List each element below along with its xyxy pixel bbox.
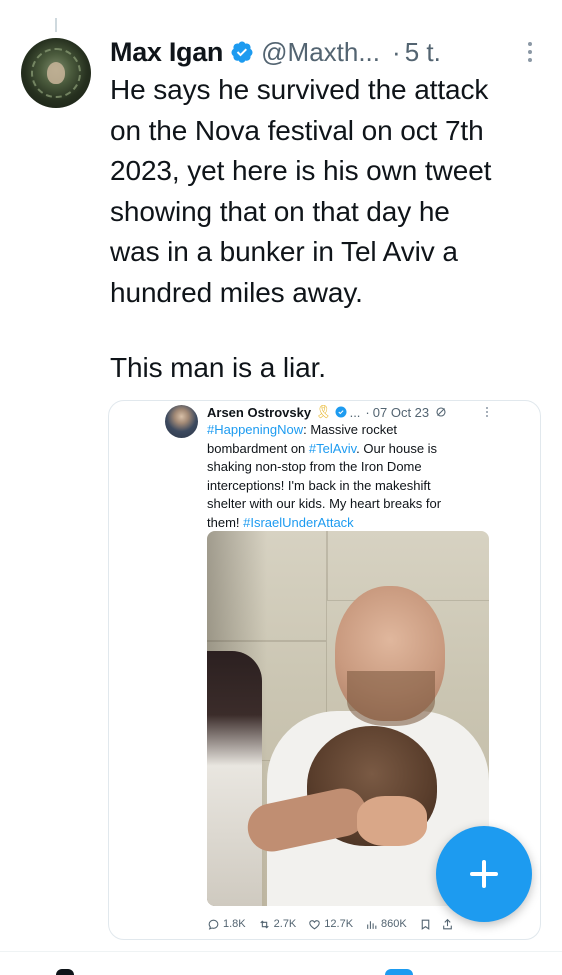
bottom-navigation-bar (0, 952, 562, 975)
tweet-text-line: on the Nova festival on oct 7th (110, 114, 484, 146)
author-handle[interactable]: @Maxth... (261, 37, 380, 68)
tweet-timestamp[interactable]: 5 t. (405, 37, 441, 68)
hashtag-israelunderattack: #IsraelUnderAttack (243, 514, 354, 530)
tweet-text: He says he survived the attack on the No… (110, 70, 550, 389)
analytics-icon (367, 920, 377, 929)
bookmark-icon (421, 919, 430, 930)
tweet-text-line: This man is a liar. (110, 352, 326, 383)
tweet-text-line: showing that on that day he (110, 195, 450, 227)
quoted-author-name: Arsen Ostrovsky (207, 404, 312, 420)
quoted-author-avatar (165, 405, 198, 438)
hashtag-happeningnow: #HappeningNow (207, 422, 304, 437)
grok-icon (436, 407, 446, 417)
tweet-text-line: He says he survived the attack (110, 74, 489, 105)
views-count: 860K (381, 918, 407, 930)
hashtag-telaviv: #TelAviv (308, 440, 357, 456)
verified-badge-icon (335, 406, 347, 418)
reply-count: 1.8K (223, 918, 246, 930)
plus-icon (470, 860, 498, 888)
grok-nav-icon[interactable] (385, 969, 413, 975)
share-icon (442, 918, 452, 929)
author-avatar[interactable] (21, 38, 91, 108)
quoted-action-bar: 1.8K 2.7K 12.7K 860K (207, 913, 484, 935)
repost-icon (259, 919, 269, 929)
tweet-text-line: hundred miles away. (110, 276, 363, 308)
views-stat: 860K (365, 918, 407, 931)
like-stat: 12.7K (308, 918, 353, 931)
repost-count: 2.7K (273, 918, 297, 930)
tweet-text-line: was in a bunker in Tel Aviv a (110, 236, 458, 267)
more-options-icon[interactable] (520, 38, 540, 66)
verified-badge-icon (231, 41, 253, 63)
repost-stat: 2.7K (258, 918, 297, 931)
heart-icon (309, 919, 321, 929)
compose-post-button[interactable] (436, 826, 532, 922)
quoted-tweet-header: Arsen Ostrovsky 🎗 ... · 07 Oct 23 (207, 403, 500, 421)
quoted-tweet-text: #HappeningNow: Massive rocket bombardmen… (207, 421, 467, 532)
bookmark-stat (419, 918, 435, 931)
thread-connector-line (55, 18, 57, 32)
quoted-date: 07 Oct 23 (372, 404, 430, 420)
ribbon-emoji-icon: 🎗 (315, 404, 332, 419)
tweet-text-line: 2023, yet here is his own tweet (110, 155, 492, 186)
share-stat (441, 918, 454, 931)
quoted-author-handle: ... (349, 404, 361, 420)
reply-icon (208, 919, 219, 930)
reply-stat: 1.8K (207, 918, 246, 931)
separator-dot: · (392, 36, 401, 67)
separator-dot: · (365, 404, 370, 420)
like-count: 12.7K (324, 918, 354, 930)
more-options-icon (486, 405, 488, 419)
tweet-header: Max Igan @Maxth... · 5 t. (110, 35, 544, 69)
home-nav-icon[interactable] (56, 969, 74, 975)
author-name[interactable]: Max Igan (110, 37, 223, 68)
